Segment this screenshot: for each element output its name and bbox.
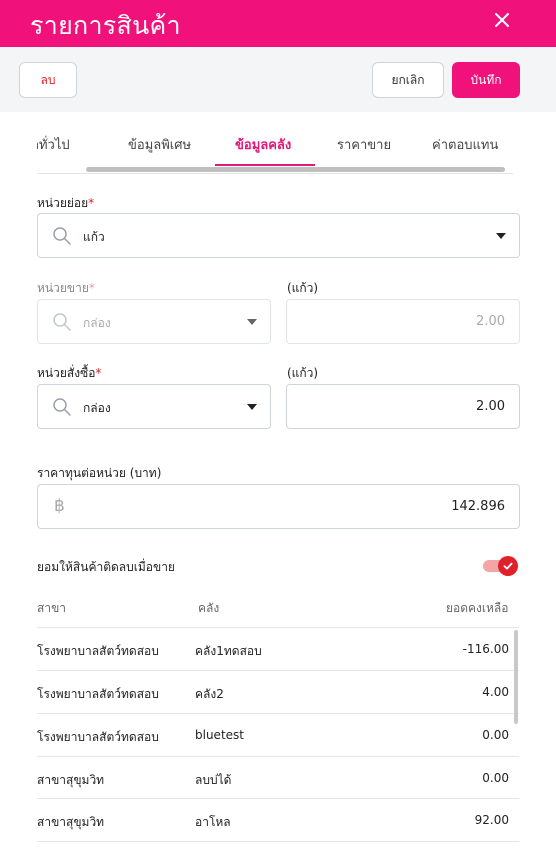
sub-unit-label: หน่วยย่อย* [37, 196, 95, 210]
table-row: สาขาสุขุมวิท อาโหล 92.00 [37, 798, 519, 841]
branch-cell: สาขาสุขุมวิท [37, 815, 105, 829]
warehouse-cell: ลบบ่ได้ [195, 773, 232, 787]
warehouse-cell: อาโหล [195, 815, 231, 829]
cost-price-input[interactable]: ฿ 142.896 [37, 484, 520, 529]
allow-negative-label: ยอมให้สินค้าติดลบเมื่อขาย [37, 560, 175, 574]
sale-unit-qty-label: (แก้ว) [287, 281, 319, 295]
sub-unit-select[interactable]: แก้ว [37, 213, 520, 258]
purchase-unit-label: หน่วยสั่งซื้อ* [37, 366, 102, 380]
chevron-down-icon [496, 233, 506, 239]
balance-cell: 4.00 [482, 685, 509, 699]
chevron-down-icon [247, 404, 257, 410]
baht-icon: ฿ [54, 496, 65, 516]
sale-unit-qty-value: 2.00 [476, 314, 505, 329]
warehouse-cell: คลัง1ทดสอบ [195, 644, 262, 658]
table-row: สาขาสุขุมวิท ลบบ่ได้ 0.00 [37, 756, 519, 799]
sale-unit-qty-input: 2.00 [286, 299, 520, 344]
sale-unit-label: หน่วยขาย* [37, 281, 95, 295]
branch-cell: โรงพยาบาลสัตว์ทดสอบ [37, 644, 159, 658]
cost-price-label: ราคาทุนต่อหน่วย (บาท) [37, 466, 162, 480]
tabs-scrollbar[interactable] [86, 167, 505, 172]
search-icon [53, 227, 71, 245]
chevron-down-icon [247, 319, 257, 325]
purchase-unit-qty-input[interactable]: 2.00 [286, 384, 520, 429]
balance-cell: 0.00 [482, 728, 509, 742]
warehouse-cell: bluetest [195, 728, 244, 742]
table-row: โรงพยาบาลสัตว์ทดสอบ คลัง1ทดสอบ -116.00 [37, 627, 519, 670]
search-icon [53, 313, 71, 331]
save-button[interactable]: บันทึก [452, 62, 520, 98]
cost-price-value: 142.896 [451, 499, 505, 514]
purchase-unit-qty-label: (แก้ว) [287, 366, 319, 380]
allow-negative-toggle[interactable] [483, 556, 518, 576]
purchase-unit-qty-value: 2.00 [476, 399, 505, 414]
sub-unit-value: แก้ว [83, 230, 105, 244]
tabs-divider [37, 173, 513, 174]
sale-unit-select: กล่อง [37, 299, 271, 344]
delete-button[interactable]: ลบ [19, 62, 77, 98]
column-header-balance: ยอดคงเหลือ [446, 601, 509, 615]
warehouse-cell: คลัง2 [195, 687, 224, 701]
tab-selling-price[interactable]: ราคาขาย [337, 134, 391, 155]
cancel-button[interactable]: ยกเลิก [372, 62, 444, 98]
search-icon [53, 398, 71, 416]
table-row: โรงพยาบาลสัตว์ทดสอบ bluetest 0.00 [37, 713, 519, 756]
action-bar: ลบ ยกเลิก บันทึก [0, 47, 556, 112]
purchase-unit-select[interactable]: กล่อง [37, 384, 271, 429]
sale-unit-value: กล่อง [83, 316, 111, 330]
tab-special-info[interactable]: ข้อมูลพิเศษ [128, 134, 191, 155]
branch-cell: สาขาสุขุมวิท [37, 773, 105, 787]
table-row-divider [37, 841, 519, 862]
balance-cell: -116.00 [462, 642, 509, 656]
tab-commission[interactable]: ค่าตอบแทน [432, 134, 498, 155]
active-tab-indicator [215, 164, 315, 166]
table-row: โรงพยาบาลสัตว์ทดสอบ คลัง2 4.00 [37, 670, 519, 713]
column-header-warehouse: คลัง [198, 601, 220, 615]
tab-warehouse-info[interactable]: ข้อมูลคลัง [235, 134, 291, 155]
branch-cell: โรงพยาบาลสัตว์ทดสอบ [37, 687, 159, 701]
modal-header: รายการสินค้า [0, 0, 556, 47]
table-scrollbar[interactable] [514, 630, 518, 724]
balance-cell: 92.00 [474, 813, 509, 827]
column-header-branch: สาขา [37, 601, 67, 615]
modal-title: รายการสินค้า [30, 11, 181, 40]
balance-cell: 0.00 [482, 771, 509, 785]
branch-cell: โรงพยาบาลสัตว์ทดสอบ [37, 730, 159, 744]
purchase-unit-value: กล่อง [83, 401, 111, 415]
tab-general[interactable]: ลทั่วไป [37, 134, 70, 155]
tab-bar: ลทั่วไป ข้อมูลพิเศษ ข้อมูลคลัง ราคาขาย ค… [37, 112, 513, 174]
close-icon[interactable] [490, 8, 514, 32]
check-icon [498, 556, 518, 576]
